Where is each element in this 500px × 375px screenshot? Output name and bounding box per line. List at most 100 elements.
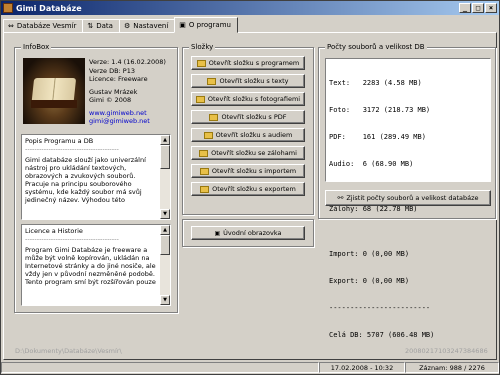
folder-icon bbox=[200, 185, 210, 193]
stats-line-pdf: PDF: 161 (289.49 MB) bbox=[329, 133, 426, 141]
tab-label: Data bbox=[96, 22, 113, 30]
button-label: Úvodní obrazovka bbox=[223, 229, 282, 237]
folder-icon bbox=[196, 59, 206, 67]
app-icon bbox=[3, 3, 13, 13]
status-cell-empty bbox=[1, 362, 319, 373]
binoculars-icon: ⚯ bbox=[337, 194, 344, 202]
stats-line-import: Import: 0 (0,00 MB) bbox=[329, 250, 410, 258]
folder-icon bbox=[195, 95, 205, 103]
stats-output: Text: 2283 (4.58 MB) Foto: 3172 (218.73 … bbox=[325, 58, 491, 339]
web-link[interactable]: www.gimiweb.net bbox=[89, 109, 166, 118]
tab-databaze-vesmir[interactable]: ⇔ Databáze Vesmír bbox=[3, 19, 84, 33]
author-text: Gustav Mrázek bbox=[89, 87, 138, 96]
button-label: Otevřít složku s exportem bbox=[212, 185, 296, 193]
open-photos-folder-button[interactable]: Otevřít složku s fotografiemi bbox=[191, 92, 305, 106]
button-label: Zjistit počty souborů a velikost databáz… bbox=[346, 194, 479, 202]
tab-o-programu[interactable]: ▣ O programu bbox=[174, 17, 238, 33]
tab-data[interactable]: ⇅ Data bbox=[82, 19, 120, 33]
sort-icon: ⇅ bbox=[87, 22, 94, 30]
folder-icon bbox=[209, 113, 219, 121]
memo-text: Program Gimi Databáze je freeware a může… bbox=[25, 246, 156, 286]
title-bar[interactable]: Gimi Databáze _ □ × bbox=[1, 1, 499, 15]
folders-title: Složky bbox=[189, 43, 216, 51]
folder-icon bbox=[199, 167, 209, 175]
close-icon[interactable]: × bbox=[485, 3, 497, 13]
button-label: Otevřít složku s audiem bbox=[215, 131, 293, 139]
main-window: Gimi Databáze _ □ × ⇔ Databáze Vesmír ⇅ … bbox=[0, 0, 500, 375]
home-icon: ▣ bbox=[214, 229, 221, 237]
copyright-text: Gimi © 2008 bbox=[89, 96, 132, 104]
scroll-up-icon[interactable]: ▲ bbox=[160, 135, 170, 145]
button-label: Otevřít složku s texty bbox=[219, 77, 289, 85]
home-screen-button[interactable]: ▣ Úvodní obrazovka bbox=[191, 226, 305, 240]
description-memo[interactable]: Popis Programu a DB --------------------… bbox=[21, 134, 171, 220]
folders-group: Složky Otevřít složku s programem Otevří… bbox=[182, 43, 314, 215]
memo-scrollbar[interactable]: ▲ ▼ bbox=[160, 225, 170, 305]
version-text: Verze: 1.4 (16.02.2008) bbox=[89, 58, 166, 66]
open-pdf-folder-button[interactable]: Otevřít složku s PDF bbox=[191, 110, 305, 124]
scroll-down-icon[interactable]: ▼ bbox=[160, 209, 170, 219]
book-image bbox=[23, 58, 85, 124]
open-import-folder-button[interactable]: Otevřít složku s importem bbox=[191, 164, 305, 178]
open-program-folder-button[interactable]: Otevřít složku s programem bbox=[191, 56, 305, 70]
scroll-up-icon[interactable]: ▲ bbox=[160, 225, 170, 235]
memo-separator: ---------------------------------------- bbox=[25, 145, 119, 153]
memo-title: Popis Programu a DB bbox=[25, 137, 94, 145]
stats-group: Počty souborů a velikost DB Text: 2283 (… bbox=[318, 43, 496, 339]
window-title: Gimi Databáze bbox=[16, 3, 82, 13]
folder-icon bbox=[203, 131, 213, 139]
memo-text: Gimi databáze slouží jako univerzální ná… bbox=[25, 156, 146, 204]
open-texts-folder-button[interactable]: Otevřít složku s texty bbox=[191, 74, 305, 88]
tab-nastaveni[interactable]: ⚙ Nastavení bbox=[118, 19, 176, 33]
info-icon: ▣ bbox=[179, 21, 186, 29]
status-bar: 17.02.2008 - 10:32 Záznam: 988 / 2276 bbox=[1, 362, 499, 374]
minimize-icon[interactable]: _ bbox=[459, 3, 471, 13]
stats-title: Počty souborů a velikost DB bbox=[325, 43, 427, 51]
stats-separator: ------------------------ bbox=[329, 304, 431, 312]
button-label: Otevřít složku se zálohami bbox=[211, 149, 297, 157]
stats-line-foto: Foto: 3172 (218.73 MB) bbox=[329, 106, 431, 114]
status-records: Záznam: 988 / 2276 bbox=[405, 362, 499, 373]
settings-icon: ⚙ bbox=[123, 22, 131, 30]
stats-line-text: Text: 2283 (4.58 MB) bbox=[329, 79, 422, 87]
button-label: Otevřít složku s programem bbox=[208, 59, 300, 67]
email-link[interactable]: gimi@gimiweb.net bbox=[89, 117, 166, 126]
record-code: 20080217103247384686 bbox=[405, 347, 488, 355]
open-backups-folder-button[interactable]: Otevřít složku se zálohami bbox=[191, 146, 305, 160]
stats-line-audio: Audio: 6 (68.90 MB) bbox=[329, 160, 414, 168]
tab-label: Databáze Vesmír bbox=[16, 22, 77, 30]
licence-memo[interactable]: Licence a Historie ---------------------… bbox=[21, 224, 171, 306]
open-audio-folder-button[interactable]: Otevřít složku s audiem bbox=[191, 128, 305, 142]
scroll-thumb[interactable] bbox=[160, 145, 170, 169]
button-label: Otevřít složku s PDF bbox=[221, 113, 287, 121]
memo-separator: ---------------------------------------- bbox=[25, 235, 119, 243]
folder-icon bbox=[207, 77, 217, 85]
arrows-icon: ⇔ bbox=[8, 22, 14, 30]
infobox-group: InfoBox Verze: 1.4 (16.02.2008) Verze DB… bbox=[14, 43, 178, 313]
memo-title: Licence a Historie bbox=[25, 227, 83, 235]
status-datetime: 17.02.2008 - 10:32 bbox=[319, 362, 405, 373]
button-label: Otevřít složku s fotografiemi bbox=[207, 95, 301, 103]
db-path: D:\Dokumenty\Databáze\Vesmír\ bbox=[15, 347, 122, 355]
info-text: Verze: 1.4 (16.02.2008) Verze DB: P13 Li… bbox=[89, 58, 166, 126]
infobox-title: InfoBox bbox=[21, 43, 52, 51]
maximize-icon[interactable]: □ bbox=[472, 3, 484, 13]
tab-bar: ⇔ Databáze Vesmír ⇅ Data ⚙ Nastavení ▣ O… bbox=[3, 17, 238, 33]
tab-label: Nastavení bbox=[133, 22, 169, 30]
scroll-thumb[interactable] bbox=[160, 235, 170, 255]
tab-label: O programu bbox=[188, 21, 231, 29]
scroll-down-icon[interactable]: ▼ bbox=[160, 295, 170, 305]
db-version-text: Verze DB: P13 bbox=[89, 66, 136, 75]
compute-stats-button[interactable]: ⚯ Zjistit počty souborů a velikost databá… bbox=[325, 190, 491, 206]
stats-line-backups: Zálohy: 68 (22.78 MB) bbox=[329, 205, 418, 213]
memo-scrollbar[interactable]: ▲ ▼ bbox=[160, 135, 170, 219]
licence-text: Licence: Freeware bbox=[89, 75, 148, 83]
open-export-folder-button[interactable]: Otevřít složku s exportem bbox=[191, 182, 305, 196]
home-screen-group: ▣ Úvodní obrazovka bbox=[182, 219, 314, 247]
button-label: Otevřít složku s importem bbox=[211, 167, 297, 175]
tab-panel: InfoBox Verze: 1.4 (16.02.2008) Verze DB… bbox=[3, 32, 497, 360]
folder-icon bbox=[199, 149, 209, 157]
stats-line-total: Celá DB: 5707 (606.48 MB) bbox=[329, 331, 435, 339]
window-controls: _ □ × bbox=[459, 3, 497, 13]
stats-line-export: Export: 0 (0,00 MB) bbox=[329, 277, 410, 285]
